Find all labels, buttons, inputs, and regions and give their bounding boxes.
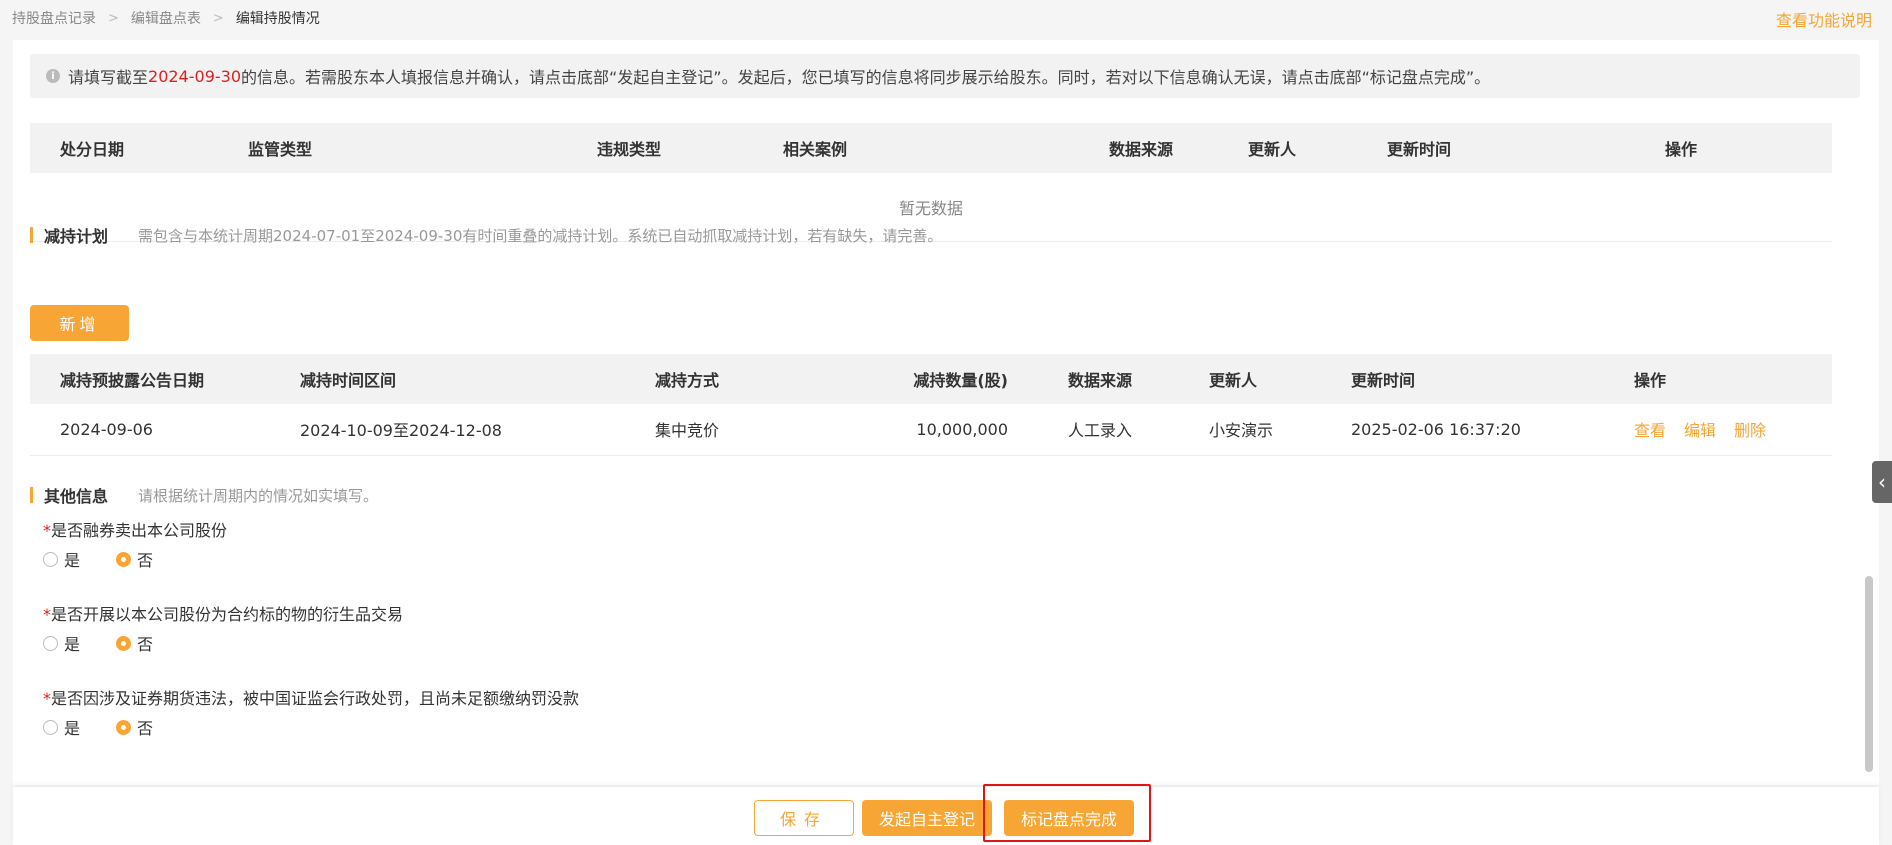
mark-done-button[interactable]: 标记盘点完成: [1004, 800, 1134, 836]
column-header: 监管类型: [218, 123, 567, 173]
radio-circle: [43, 719, 58, 735]
section-desc: 请根据统计周期内的情况如实填写。: [138, 486, 379, 505]
breadcrumb-item-records[interactable]: 持股盘点记录: [12, 8, 96, 28]
cell-qty: 10,000,000: [878, 404, 1038, 456]
radio-group: 是 否: [43, 547, 189, 571]
edit-link[interactable]: 编辑: [1684, 421, 1716, 440]
radio-circle: [116, 719, 132, 735]
add-button[interactable]: 新增: [30, 305, 129, 341]
top-bar: 持股盘点记录 > 编辑盘点表 > 编辑持股情况 查看功能说明: [0, 0, 1892, 34]
radio-circle: [43, 635, 58, 651]
delete-link[interactable]: 删除: [1734, 421, 1766, 440]
radio-yes[interactable]: 是: [43, 715, 80, 739]
column-header: 更新时间: [1357, 123, 1635, 173]
cell-updated: 2025-02-06 16:37:20: [1321, 404, 1604, 456]
radio-no[interactable]: 否: [116, 715, 153, 739]
start-self-register-button[interactable]: 发起自主登记: [862, 800, 992, 836]
column-header: 减持方式: [625, 354, 878, 404]
radio-yes[interactable]: 是: [43, 631, 80, 655]
radio-group: 是 否: [43, 715, 189, 739]
column-header: 更新人: [1218, 123, 1357, 173]
section-desc: 需包含与本统计周期2024-07-01至2024-09-30有时间重叠的减持计划…: [138, 226, 943, 245]
view-link[interactable]: 查看: [1634, 421, 1666, 440]
cell-method: 集中竞价: [625, 404, 878, 456]
cell-updater: 小安演示: [1179, 404, 1321, 456]
cell-source: 人工录入: [1038, 404, 1179, 456]
section-name: 其他信息: [44, 487, 109, 506]
column-header: 违规类型: [567, 123, 753, 173]
cell-ops: 查看 编辑 删除: [1604, 404, 1832, 456]
main-card: i 请填写截至 2024-09-30 的信息。若需股东本人填报信息并确认，请点击底部…: [13, 40, 1879, 785]
notice-banner: i 请填写截至 2024-09-30 的信息。若需股东本人填报信息并确认，请点击底部…: [30, 54, 1860, 98]
section-marker: [30, 487, 33, 503]
radio-no[interactable]: 否: [116, 547, 153, 571]
breadcrumb-item-current: 编辑持股情况: [235, 11, 320, 27]
radio-yes[interactable]: 是: [43, 547, 80, 571]
cell-range: 2024-10-09至2024-12-08: [270, 404, 625, 456]
save-button[interactable]: 保存: [754, 800, 854, 836]
table-row: 2024-09-06 2024-10-09至2024-12-08 集中竞价 10…: [30, 404, 1832, 456]
footer-bar: 保存 发起自主登记 标记盘点完成: [13, 787, 1879, 845]
collapse-panel-tab[interactable]: ‹: [1872, 461, 1892, 503]
column-header: 数据来源: [1079, 123, 1218, 173]
column-header: 操作: [1604, 354, 1832, 404]
table-header-row: 减持预披露公告日期 减持时间区间 减持方式 减持数量(股) 数据来源 更新人 更…: [30, 354, 1832, 404]
column-header: 减持数量(股): [878, 354, 1038, 404]
column-header: 操作: [1635, 123, 1832, 173]
radio-circle: [116, 551, 132, 567]
cell-date: 2024-09-06: [30, 404, 270, 456]
question-label: *是否因涉及证券期货违法，被中国证监会行政处罚，且尚未足额缴纳罚没款: [43, 689, 580, 708]
section-name: 减持计划: [44, 227, 109, 246]
column-header: 更新时间: [1321, 354, 1604, 404]
notice-prefix: 请填写截至: [68, 68, 149, 87]
section-title-other: 其他信息 请根据统计周期内的情况如实填写。: [30, 483, 378, 507]
info-icon: i: [46, 69, 60, 83]
scrollbar-thumb[interactable]: [1865, 576, 1873, 772]
question-label: *是否融券卖出本公司股份: [43, 521, 228, 540]
table-header-row: 处分日期 监管类型 违规类型 相关案例 数据来源 更新人 更新时间 操作: [30, 123, 1832, 173]
notice-date: 2024-09-30: [148, 66, 241, 86]
radio-circle: [43, 551, 58, 567]
chevron-right-icon: >: [212, 10, 224, 26]
chevron-right-icon: >: [108, 10, 119, 26]
section-title-reduction: 减持计划 需包含与本统计周期2024-07-01至2024-09-30有时间重叠…: [30, 223, 942, 247]
radio-no[interactable]: 否: [116, 631, 153, 655]
reduction-table: 减持预披露公告日期 减持时间区间 减持方式 减持数量(股) 数据来源 更新人 更…: [30, 354, 1832, 456]
notice-suffix: 的信息。若需股东本人填报信息并确认，请点击底部“发起自主登记”。发起后，您已填写…: [241, 68, 1491, 87]
column-header: 减持时间区间: [270, 354, 625, 404]
breadcrumb-item-edit-table[interactable]: 编辑盘点表: [131, 8, 201, 28]
chevron-left-icon: ‹: [1878, 470, 1886, 494]
column-header: 相关案例: [753, 123, 1079, 173]
column-header: 数据来源: [1038, 354, 1179, 404]
column-header: 更新人: [1179, 354, 1321, 404]
help-link[interactable]: 查看功能说明: [1776, 7, 1872, 31]
breadcrumb: 持股盘点记录 > 编辑盘点表 > 编辑持股情况: [12, 8, 320, 28]
section-marker: [30, 227, 33, 243]
radio-circle: [116, 635, 132, 651]
column-header: 处分日期: [30, 123, 218, 173]
radio-group: 是 否: [43, 631, 189, 655]
column-header: 减持预披露公告日期: [30, 354, 270, 404]
question-label: *是否开展以本公司股份为合约标的物的衍生品交易: [43, 605, 404, 624]
